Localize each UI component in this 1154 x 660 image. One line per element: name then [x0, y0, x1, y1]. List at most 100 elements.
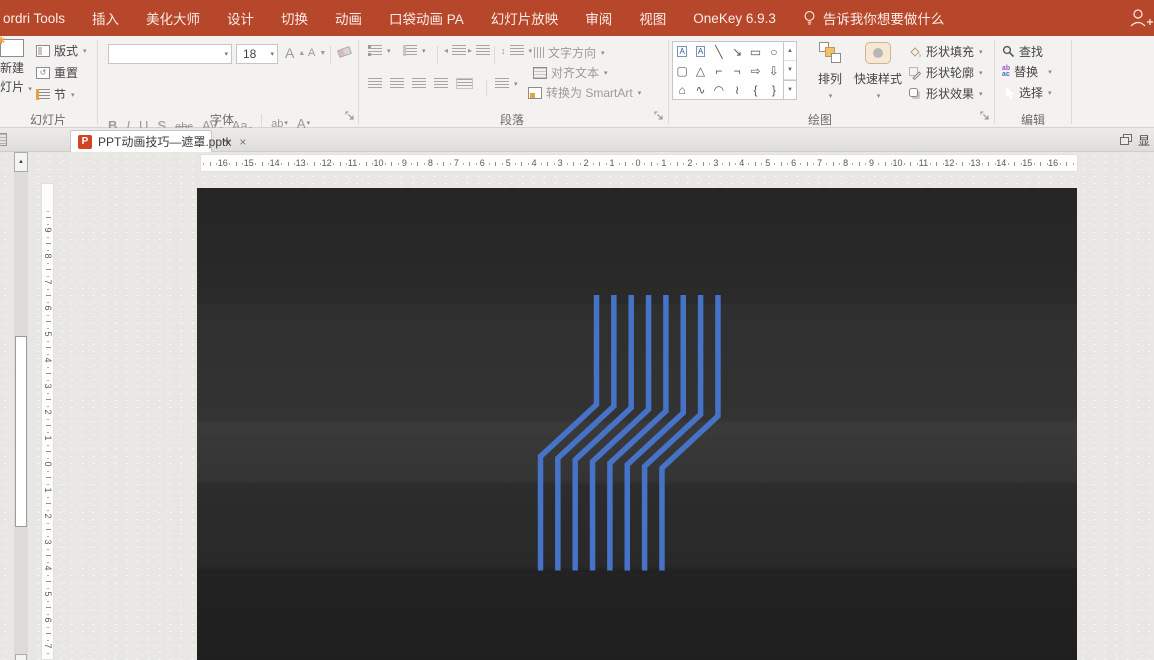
- restore-window-icon[interactable]: [1120, 134, 1133, 146]
- clear-formatting-button[interactable]: [337, 46, 352, 58]
- clipped-right-label: 显: [1138, 133, 1151, 148]
- new-slide-spark-icon: ✱: [0, 36, 5, 47]
- arrow-line-icon[interactable]: ↘: [728, 42, 746, 61]
- eraser-icon: [337, 46, 352, 58]
- left-brace-icon[interactable]: {: [746, 80, 764, 99]
- align-left-button[interactable]: [368, 78, 382, 89]
- vertical-ruler[interactable]: 987654321012345678: [41, 183, 54, 660]
- increase-indent-icon: [476, 45, 491, 56]
- right-brace-icon[interactable]: }: [765, 80, 783, 99]
- scrollbar-thumb[interactable]: [15, 336, 27, 527]
- select-button[interactable]: 选择 ▾: [1002, 84, 1052, 101]
- decrease-indent-button[interactable]: ◂: [444, 45, 467, 56]
- layout-button[interactable]: 版式 ▾: [36, 42, 87, 59]
- menu-tab[interactable]: 动画: [335, 8, 362, 28]
- arrange-button[interactable]: 排列 ▾: [808, 42, 852, 101]
- gallery-more-icon[interactable]: ▼: [784, 80, 796, 99]
- text-direction-button[interactable]: 文字方向 ▾: [533, 44, 605, 61]
- rectangle-icon[interactable]: ▭: [746, 42, 764, 61]
- vertical-text-box-icon[interactable]: A: [691, 42, 709, 61]
- zigzag-line[interactable]: [641, 295, 704, 571]
- numbering-button[interactable]: ▾: [403, 45, 426, 56]
- zigzag-line[interactable]: [624, 295, 686, 571]
- drawing-dialog-launcher[interactable]: [979, 110, 990, 121]
- menu-tab[interactable]: 设计: [227, 8, 254, 28]
- gallery-scroll-up-icon[interactable]: ▲: [784, 42, 796, 61]
- paragraph-dialog-launcher[interactable]: [653, 110, 664, 121]
- account-button[interactable]: [1128, 7, 1154, 29]
- menu-tab[interactable]: 视图: [639, 8, 666, 28]
- shape-outline-icon: [909, 66, 922, 80]
- text-box-icon[interactable]: A: [673, 42, 691, 61]
- align-center-button[interactable]: [390, 78, 404, 89]
- close-tab-icon[interactable]: ×: [239, 135, 246, 149]
- shape-effects-icon: [909, 87, 920, 99]
- increase-indent-button[interactable]: ▸: [468, 45, 491, 56]
- curve-icon[interactable]: ≀: [728, 80, 746, 99]
- section-button[interactable]: 节 ▾: [36, 86, 75, 103]
- tell-me-box[interactable]: 告诉我你想要做什么: [803, 8, 944, 28]
- columns-button[interactable]: ▾: [495, 78, 518, 89]
- arrange-icon: [818, 42, 842, 64]
- elbow-connector-icon[interactable]: ⌐: [710, 61, 728, 80]
- select-pointer-icon: [1006, 86, 1014, 99]
- menu-tab[interactable]: 幻灯片放映: [491, 8, 559, 28]
- new-tab-button[interactable]: +: [214, 130, 240, 152]
- freeform-icon[interactable]: ⌂: [673, 80, 691, 99]
- elbow-arrow-connector-icon[interactable]: ¬: [728, 61, 746, 80]
- shape-fill-button[interactable]: 形状填充 ▾: [908, 43, 983, 60]
- new-slide-icon: ✱: [0, 36, 24, 57]
- scribble-icon[interactable]: ∿: [691, 80, 709, 99]
- justify-button[interactable]: [434, 78, 448, 89]
- font-name-combobox[interactable]: ▾: [108, 44, 232, 64]
- shape-outline-button[interactable]: 形状轮廓 ▾: [908, 64, 983, 81]
- rounded-rectangle-icon[interactable]: ▢: [673, 61, 691, 80]
- triangle-icon[interactable]: △: [691, 61, 709, 80]
- new-slide-button[interactable]: ✱ 新建 灯片 ▾: [0, 36, 32, 95]
- zigzag-line[interactable]: [659, 295, 721, 571]
- right-arrow-icon[interactable]: ⇨: [746, 61, 764, 80]
- decrease-font-size-button[interactable]: A ▼: [308, 47, 326, 59]
- line-spacing-button[interactable]: ↕ ▾: [501, 45, 532, 56]
- menu-tab[interactable]: 切换: [281, 8, 308, 28]
- find-button[interactable]: 查找: [1002, 43, 1043, 60]
- menu-tab[interactable]: OneKey 6.9.3: [693, 11, 776, 26]
- menu-tab[interactable]: 审阅: [585, 8, 612, 28]
- reset-button[interactable]: ↺ 重置: [36, 64, 78, 81]
- group-divider: [358, 40, 359, 124]
- quick-styles-button[interactable]: 快速样式 ▾: [853, 42, 903, 101]
- menu-tab[interactable]: 口袋动画 PA: [389, 8, 464, 28]
- zigzag-line[interactable]: [607, 295, 669, 571]
- text-direction-icon: [533, 47, 544, 58]
- slides-group-label: 幻灯片: [29, 113, 66, 127]
- gallery-scroll-down-icon[interactable]: ▼: [784, 61, 796, 80]
- arc-icon[interactable]: ◠: [710, 80, 728, 99]
- shape-gallery-grid: A A ╲ ↘ ▭ ○ ▢ △ ⌐ ¬ ⇨ ⇩ ⌂ ∿ ◠ ≀{}: [673, 42, 783, 99]
- font-dialog-launcher[interactable]: [344, 110, 355, 121]
- distribute-button[interactable]: [456, 78, 473, 89]
- scroll-up-button[interactable]: ▲: [14, 152, 28, 172]
- replace-button[interactable]: ab ac 替换 ▾: [1002, 63, 1052, 80]
- line-icon[interactable]: ╲: [710, 42, 728, 61]
- horizontal-ruler[interactable]: 16 15 14 13 12 11 10 9 8 7 6 5 4 3 2 1 0 1 2 3 4 5 6 7 8 9 10 11 12 1…: [200, 154, 1078, 172]
- menu-tab[interactable]: 美化大师: [146, 8, 200, 28]
- separator: [494, 46, 495, 64]
- align-right-button[interactable]: [412, 78, 426, 89]
- menu-tab[interactable]: ordri Tools: [3, 11, 65, 26]
- shape-gallery-scrollbar[interactable]: ▲ ▼ ▼: [783, 42, 796, 99]
- menu-tab[interactable]: 插入: [92, 8, 119, 28]
- font-size-combobox[interactable]: 18 ▾: [236, 44, 278, 64]
- increase-font-size-button[interactable]: A ▲: [285, 45, 305, 61]
- shape-effects-button[interactable]: 形状效果 ▾: [908, 85, 983, 102]
- convert-to-smartart-button[interactable]: 转换为 SmartArt ▾: [528, 84, 641, 101]
- justify-icon: [434, 78, 448, 89]
- document-tab[interactable]: P PPT动画技巧—遮罩.pptx ×: [70, 130, 246, 152]
- bullets-button[interactable]: ▾: [368, 45, 391, 56]
- clipped-panel-icon: [0, 133, 7, 146]
- down-arrow-icon[interactable]: ⇩: [765, 61, 783, 80]
- scroll-down-button[interactable]: [15, 654, 27, 660]
- slide-editing-area[interactable]: [197, 188, 1077, 660]
- group-divider: [994, 40, 995, 124]
- oval-icon[interactable]: ○: [765, 42, 783, 61]
- align-text-button[interactable]: 对齐文本 ▾: [533, 64, 608, 81]
